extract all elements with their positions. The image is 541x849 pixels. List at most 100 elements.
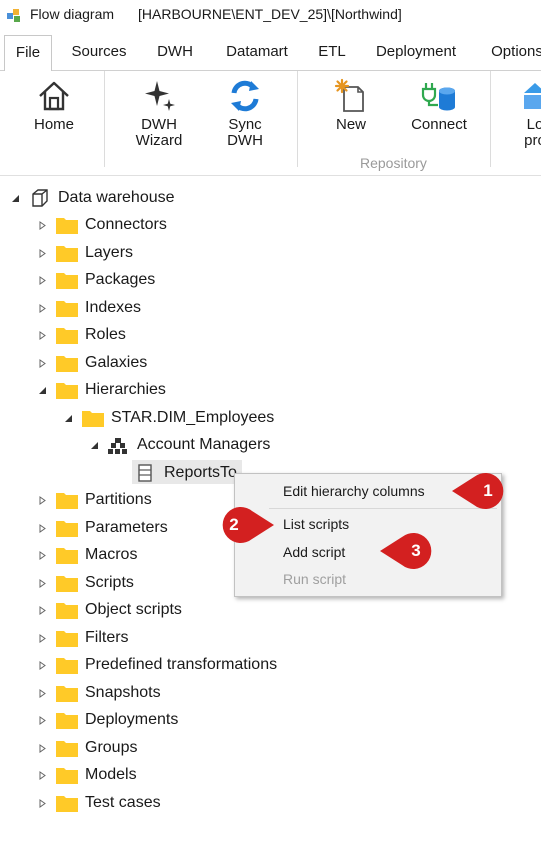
tree-label: Test cases (85, 794, 161, 811)
callout-number: 3 (411, 541, 421, 560)
tree-node-filters[interactable]: Filters (0, 625, 300, 651)
folder-icon (56, 686, 78, 702)
tree-label: Deployments (85, 711, 179, 728)
folder-icon (56, 796, 78, 812)
sync-dwh-button[interactable]: Sync DWH (212, 71, 278, 161)
folder-icon (56, 383, 78, 399)
tree-label: Predefined transformations (85, 656, 278, 673)
folder-icon (56, 548, 78, 564)
tree-node-groups[interactable]: Groups (0, 735, 300, 761)
folder-icon (56, 301, 78, 317)
menu-item-run-script: Run script (283, 571, 347, 587)
tab-deployment[interactable]: Deployment (364, 35, 468, 71)
tree-label: Macros (85, 546, 138, 563)
tree-node-hierarchies[interactable]: Hierarchies (0, 377, 300, 403)
collapsed-arrow-icon[interactable] (38, 331, 47, 340)
collapsed-arrow-icon[interactable] (38, 744, 47, 753)
collapsed-arrow-icon[interactable] (38, 249, 47, 258)
tab-file[interactable]: File (4, 35, 52, 72)
tab-datamart[interactable]: Datamart (216, 35, 298, 71)
home-button[interactable]: Home (22, 71, 86, 161)
load-project-label: Lo pro (510, 117, 541, 149)
collapsed-arrow-icon[interactable] (38, 276, 47, 285)
plug-database-icon (421, 83, 455, 111)
tree-node-reports-to[interactable]: ReportsTo (0, 460, 240, 486)
title-bar: Flow diagram [HARBOURNE\ENT_DEV_25]\[Nor… (0, 0, 541, 30)
load-project-button[interactable]: Lo pro (510, 71, 541, 161)
collapsed-arrow-icon[interactable] (38, 359, 47, 368)
tree-node-star-dim-employees[interactable]: STAR.DIM_Employees (0, 405, 320, 431)
tree-node-indexes[interactable]: Indexes (0, 295, 300, 321)
new-label: New (335, 116, 366, 133)
collapsed-arrow-icon[interactable] (38, 579, 47, 588)
connect-button[interactable]: Connect (404, 71, 474, 161)
tree-node-connectors[interactable]: Connectors (0, 212, 300, 238)
tree-label: Layers (85, 244, 134, 261)
folder-icon (56, 218, 78, 234)
expanded-arrow-icon[interactable] (11, 194, 20, 203)
home-icon (39, 81, 69, 111)
expanded-arrow-icon[interactable] (38, 386, 47, 395)
tree-node-data-warehouse[interactable]: Data warehouse (0, 185, 300, 211)
ribbon-separator (297, 71, 298, 167)
tree-label: Indexes (85, 299, 142, 316)
collapsed-arrow-icon[interactable] (38, 524, 47, 533)
window-title: Flow diagram (30, 6, 115, 22)
sync-dwh-label: Sync DWH (212, 117, 278, 149)
tree-node-models[interactable]: Models (0, 762, 300, 788)
tree-node-packages[interactable]: Packages (0, 267, 300, 293)
folder-icon (56, 658, 78, 674)
collapsed-arrow-icon[interactable] (38, 771, 47, 780)
collapsed-arrow-icon[interactable] (38, 496, 47, 505)
collapsed-arrow-icon[interactable] (38, 221, 47, 230)
tree-node-object-scripts[interactable]: Object scripts (0, 597, 300, 623)
tab-sources[interactable]: Sources (64, 35, 134, 71)
collapsed-arrow-icon[interactable] (38, 799, 47, 808)
load-project-icon (524, 83, 541, 109)
tree-label: Models (85, 766, 137, 783)
folder-icon (56, 246, 78, 262)
menu-item-edit-hierarchy-columns[interactable]: Edit hierarchy columns (283, 480, 425, 502)
tree-node-predefined-transformations[interactable]: Predefined transformations (0, 652, 320, 678)
collapsed-arrow-icon[interactable] (38, 661, 47, 670)
tree-node-deployments[interactable]: Deployments (0, 707, 300, 733)
dwh-wizard-button[interactable]: DWH Wizard (124, 71, 194, 161)
tree-label: Connectors (85, 216, 167, 233)
collapsed-arrow-icon[interactable] (38, 304, 47, 313)
collapsed-arrow-icon[interactable] (38, 551, 47, 560)
column-icon (138, 464, 152, 482)
tab-options[interactable]: Options (482, 35, 541, 71)
collapsed-arrow-icon[interactable] (38, 634, 47, 643)
collapsed-arrow-icon[interactable] (38, 606, 47, 615)
tree-node-galaxies[interactable]: Galaxies (0, 350, 300, 376)
tree-node-snapshots[interactable]: Snapshots (0, 680, 300, 706)
tree-node-layers[interactable]: Layers (0, 240, 300, 266)
tree-node-scripts[interactable]: Scripts (0, 570, 230, 596)
expanded-arrow-icon[interactable] (64, 414, 73, 423)
tree-label: Account Managers (137, 436, 271, 453)
tree-node-test-cases[interactable]: Test cases (0, 790, 300, 816)
dwh-wizard-label-line2: Wizard (135, 132, 183, 149)
collapsed-arrow-icon[interactable] (38, 689, 47, 698)
expanded-arrow-icon[interactable] (90, 441, 99, 450)
tree-label: Object scripts (85, 601, 182, 618)
tab-dwh[interactable]: DWH (146, 35, 204, 71)
tree-node-roles[interactable]: Roles (0, 322, 300, 348)
tab-etl[interactable]: ETL (310, 35, 354, 71)
callout-marker-1: 1 (452, 472, 514, 510)
tree-node-account-managers[interactable]: Account Managers (0, 432, 320, 458)
tree-label: Filters (85, 629, 129, 646)
folder-icon (56, 631, 78, 647)
tree-node-macros[interactable]: Macros (0, 542, 230, 568)
menu-item-add-script[interactable]: Add script (283, 541, 345, 563)
load-project-label-line1: Lo (526, 116, 541, 133)
connection-path: [HARBOURNE\ENT_DEV_25]\[Northwind] (138, 6, 402, 22)
tree-node-partitions[interactable]: Partitions (0, 487, 230, 513)
dwh-wizard-label: DWH Wizard (124, 117, 194, 149)
menu-item-list-scripts[interactable]: List scripts (283, 513, 349, 535)
collapsed-arrow-icon[interactable] (38, 716, 47, 725)
tree-node-parameters[interactable]: Parameters (0, 515, 230, 541)
new-button[interactable]: New (320, 71, 382, 161)
hierarchy-icon (108, 438, 127, 454)
tree-label: Snapshots (85, 684, 161, 701)
